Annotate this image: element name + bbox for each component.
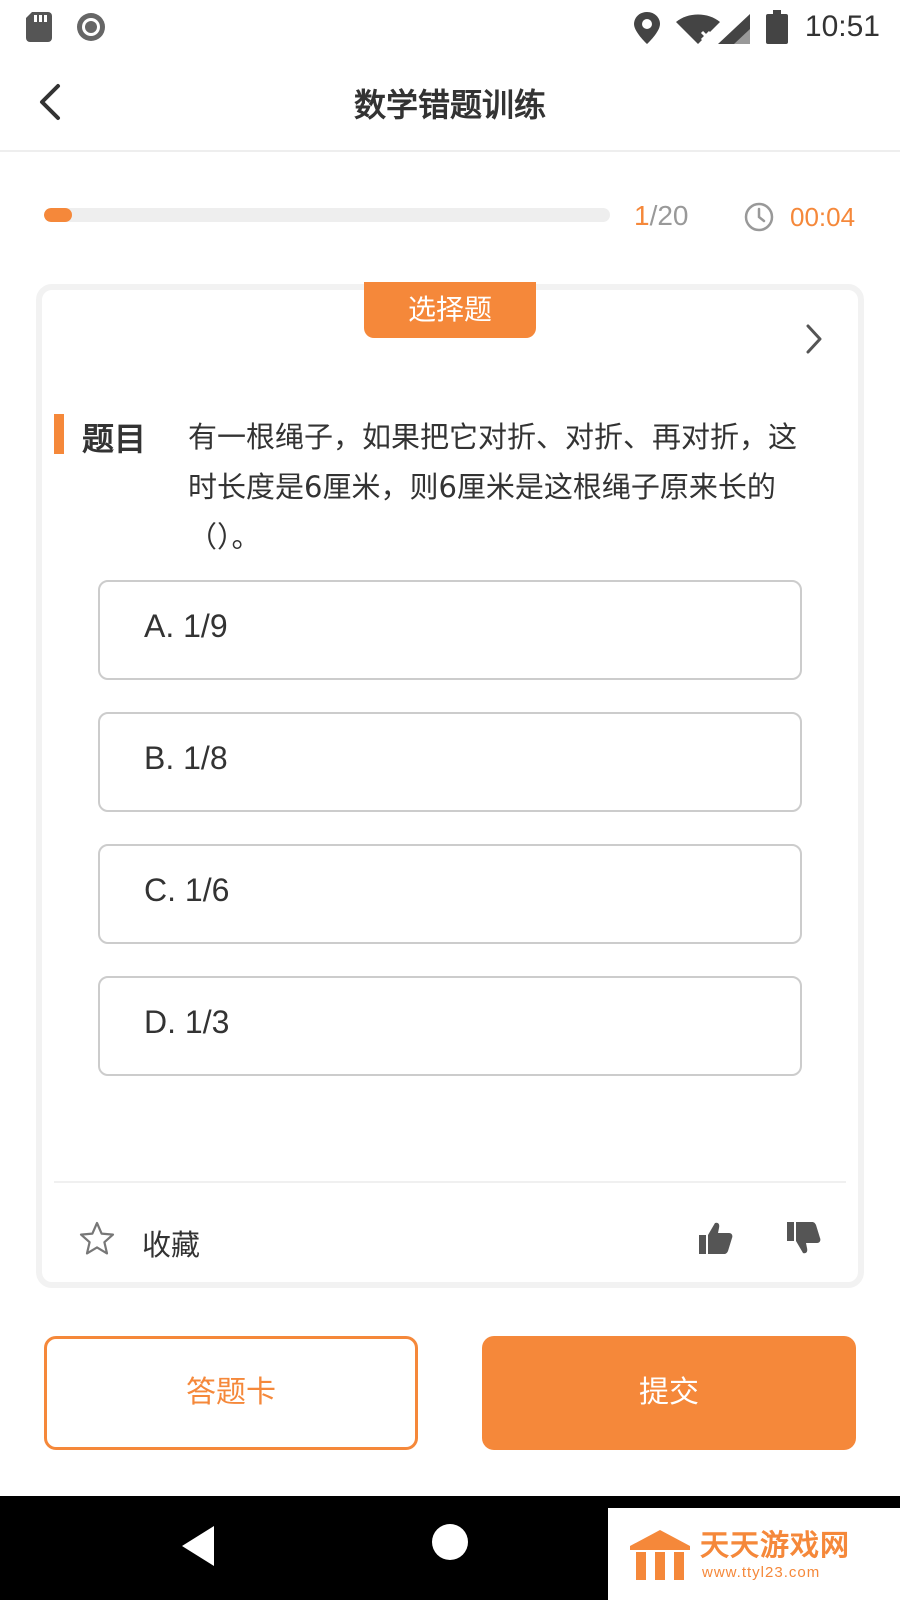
progress-bar <box>44 208 610 222</box>
progress-fill <box>44 208 73 222</box>
option-c[interactable]: C. 1/6 <box>98 844 802 944</box>
record-icon <box>77 13 105 41</box>
submit-button[interactable]: 提交 <box>482 1336 856 1450</box>
watermark-logo-icon <box>630 1530 690 1580</box>
question-type-badge: 选择题 <box>364 282 536 338</box>
current-question: 1 <box>634 200 650 231</box>
star-outline-icon[interactable] <box>78 1220 116 1258</box>
card-divider <box>54 1181 846 1183</box>
option-a-label: A. 1/9 <box>144 608 228 644</box>
circle-home-icon[interactable] <box>432 1524 468 1560</box>
watermark-name: 天天游戏网 <box>700 1528 851 1562</box>
option-d[interactable]: D. 1/3 <box>98 976 802 1076</box>
sd-card-icon <box>26 12 52 42</box>
option-a[interactable]: A. 1/9 <box>98 580 802 680</box>
location-icon <box>634 12 660 44</box>
question-text: 有一根绳子，如果把它对折、对折、再对折，这时长度是6厘米，则6厘米是这根绳子原来… <box>188 420 798 554</box>
signal-icon <box>718 14 750 44</box>
question-accent-bar <box>54 414 64 454</box>
option-c-label: C. 1/6 <box>144 872 230 908</box>
option-b[interactable]: B. 1/8 <box>98 712 802 812</box>
watermark: 天天游戏网 www.ttyl23.com <box>608 1508 900 1600</box>
clock-icon <box>744 202 774 232</box>
wifi-icon <box>676 14 720 44</box>
chevron-right-icon[interactable] <box>802 322 826 356</box>
thumbs-up-icon[interactable] <box>698 1220 734 1256</box>
option-b-label: B. 1/8 <box>144 740 228 776</box>
battery-icon <box>766 10 788 44</box>
thumbs-down-icon[interactable] <box>786 1220 822 1256</box>
question-label: 题目 <box>82 420 147 458</box>
total-questions: /20 <box>649 200 689 231</box>
watermark-url: www.ttyl23.com <box>702 1564 821 1581</box>
nav-bar: 数学错题训练 <box>0 52 900 152</box>
question-counter: 1/20 <box>634 200 689 232</box>
answer-card-button[interactable]: 答题卡 <box>44 1336 418 1450</box>
status-bar: 10:51 <box>0 0 900 52</box>
timer: 00:04 <box>790 202 856 232</box>
status-time: 10:51 <box>804 10 880 43</box>
page-title: 数学错题训练 <box>353 86 546 124</box>
option-d-label: D. 1/3 <box>144 1004 230 1040</box>
favorite-label[interactable]: 收藏 <box>142 1222 200 1264</box>
triangle-back-icon[interactable] <box>180 1524 216 1568</box>
